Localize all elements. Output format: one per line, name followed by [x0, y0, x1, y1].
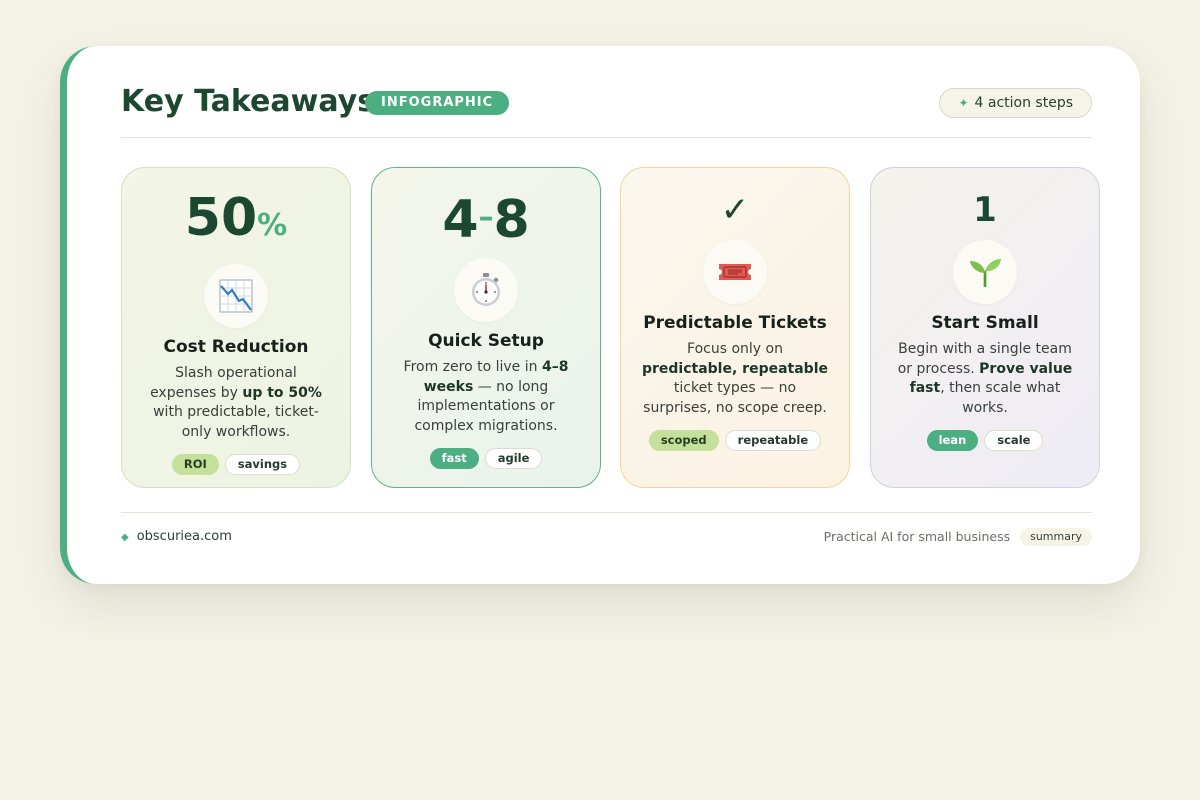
tag-scoped[interactable]: scoped: [648, 430, 719, 451]
tag-list: fast agile: [372, 448, 600, 469]
chart-down-icon: [204, 264, 268, 328]
footer-divider: [121, 512, 1092, 513]
stat-suffix: %: [257, 208, 288, 243]
takeaway-card-cost-reduction: 50% Cost Reduction Slash operational exp…: [121, 167, 351, 488]
card-title: Predictable Tickets: [643, 313, 827, 333]
card-description: Slash operational expenses by up to 50% …: [150, 365, 322, 440]
takeaway-card-predictable-tickets: ✓ Predictable Tickets Focus only on pred…: [620, 167, 850, 488]
summary-chip[interactable]: summary: [1020, 528, 1092, 546]
action-steps-pill[interactable]: ✦ 4 action steps: [939, 88, 1092, 118]
ticket-icon: [703, 240, 767, 304]
card-header: Key Takeaways INFOGRAPHIC ✦ 4 action step…: [121, 84, 1092, 124]
takeaway-card-start-small: 1 Start Small Begin with a single team o…: [870, 167, 1100, 488]
card-description: Begin with a single team or process. Pro…: [897, 341, 1073, 416]
stat-number: 50: [184, 188, 258, 248]
card-title: Cost Reduction: [163, 337, 309, 357]
card-title: Start Small: [931, 313, 1039, 333]
checkmark-icon: ✓: [720, 190, 750, 230]
tag-list: scoped repeatable: [621, 430, 849, 451]
seedling-icon: [953, 240, 1017, 304]
tag-scale[interactable]: scale: [984, 430, 1044, 451]
tag-fast[interactable]: fast: [429, 448, 479, 469]
tag-agile[interactable]: agile: [484, 448, 543, 469]
tag-list: lean scale: [871, 430, 1099, 451]
card-footer: ◆ obscuriea.com Practical AI for small bu…: [121, 527, 1092, 549]
stat-value: 4–8: [442, 190, 530, 250]
diamond-icon: ◆: [121, 532, 129, 543]
stat-value: 50%: [122, 190, 350, 254]
card-title: Quick Setup: [428, 331, 544, 351]
site-label: obscuriea.com: [136, 529, 232, 544]
tag-repeatable[interactable]: repeatable: [724, 430, 822, 451]
tag-list: ROI savings: [122, 454, 350, 475]
site-link[interactable]: ◆ obscuriea.com: [121, 527, 232, 548]
sparkle-icon: ✦: [958, 96, 969, 110]
tagline: Practical AI for small business: [823, 529, 1011, 544]
tag-lean[interactable]: lean: [926, 430, 979, 451]
action-steps-label: 4 action steps: [974, 95, 1073, 111]
takeaway-card-quick-setup: 4–8 Quick Setup From zero to live in 4–8…: [371, 167, 601, 488]
footer-right: Practical AI for small business summary: [824, 527, 1092, 547]
takeaways-card: Key Takeaways INFOGRAPHIC ✦ 4 action step…: [60, 46, 1140, 584]
tag-roi[interactable]: ROI: [171, 454, 219, 475]
stopwatch-icon: [454, 258, 518, 322]
card-description: Focus only on predictable, repeatable ti…: [641, 341, 828, 416]
header-divider: [121, 137, 1092, 138]
page-bottom-band: [0, 630, 1200, 800]
infographic-badge: INFOGRAPHIC: [365, 91, 510, 115]
page-title: Key Takeaways: [121, 84, 376, 119]
card-description: From zero to live in 4–8 weeks — no long…: [403, 359, 569, 434]
tag-savings[interactable]: savings: [224, 454, 301, 475]
stat-value: 1: [973, 190, 997, 230]
